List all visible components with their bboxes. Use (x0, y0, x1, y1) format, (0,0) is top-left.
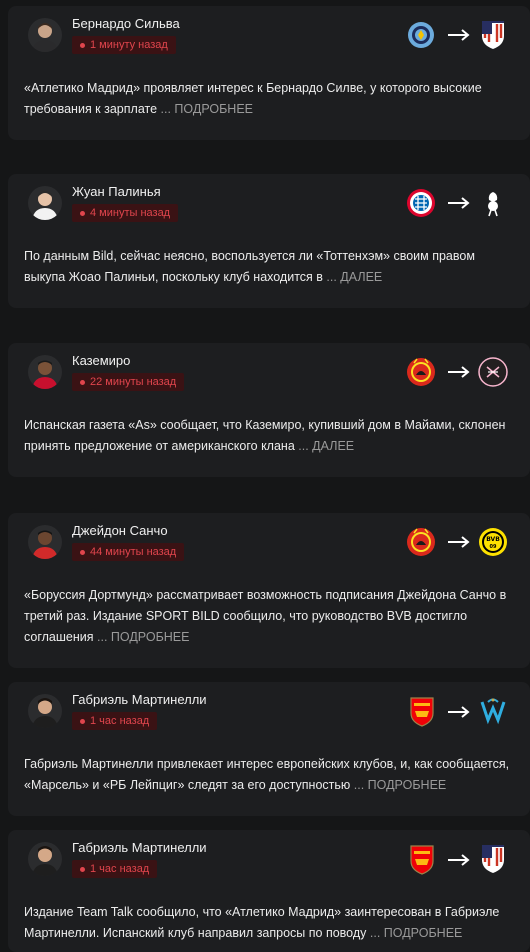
transfer-text[interactable]: «Боруссия Дортмунд» рассматривает возмож… (24, 585, 518, 648)
transfer-summary: Испанская газета «As» сообщает, что Казе… (24, 418, 506, 453)
player-name[interactable]: Бернардо Сильва (72, 16, 180, 31)
read-more-link[interactable]: ... ПОДРОБНЕЕ (161, 102, 253, 116)
player-name[interactable]: Габриэль Мартинелли (72, 692, 207, 707)
time-badge: 1 час назад (72, 712, 158, 730)
arrow-right-icon (446, 853, 472, 867)
read-more-link[interactable]: ... ПОДРОБНЕЕ (97, 630, 189, 644)
player-avatar[interactable] (28, 525, 62, 559)
bayern-munich-crest-icon[interactable] (406, 188, 436, 218)
svg-text:BVB: BVB (486, 536, 500, 543)
arrow-right-icon (446, 196, 472, 210)
tottenham-crest-icon[interactable] (478, 186, 508, 217)
transfer-card[interactable]: Бернардо Сильва 1 минуту назад «Атлетико… (8, 6, 530, 140)
inter-miami-crest-icon[interactable] (478, 357, 508, 387)
time-badge: 4 минуты назад (72, 204, 179, 222)
player-name[interactable]: Жуан Палинья (72, 184, 161, 199)
transfer-card[interactable]: Габриэль Мартинелли 1 час назад Издание … (8, 830, 530, 952)
time-badge: 22 минуты назад (72, 373, 185, 391)
player-name[interactable]: Каземиро (72, 353, 130, 368)
transfer-text[interactable]: Габриэль Мартинелли привлекает интерес е… (24, 754, 518, 796)
transfer-text[interactable]: По данным Bild, сейчас неясно, воспользу… (24, 246, 518, 288)
arsenal-crest-icon[interactable] (408, 695, 438, 727)
transfer-card[interactable]: Жуан Палинья 4 минуты назад По данным Bi… (8, 174, 530, 308)
arrow-right-icon (446, 365, 472, 379)
transfer-text[interactable]: Испанская газета «As» сообщает, что Казе… (24, 415, 518, 457)
arsenal-crest-icon[interactable] (408, 843, 438, 875)
arrow-right-icon (446, 535, 472, 549)
transfer-card[interactable]: Джейдон Санчо 44 минуты назад BVB 09 «Бор… (8, 513, 530, 668)
read-more-link[interactable]: ... ДАЛЕЕ (298, 439, 354, 453)
atletico-madrid-crest-icon[interactable] (478, 842, 508, 873)
player-name[interactable]: Джейдон Санчо (72, 523, 168, 538)
player-avatar[interactable] (28, 355, 62, 389)
player-avatar[interactable] (28, 18, 62, 52)
manchester-united-crest-icon[interactable] (406, 527, 436, 557)
player-avatar[interactable] (28, 186, 62, 220)
read-more-link[interactable]: ... ПОДРОБНЕЕ (354, 778, 446, 792)
player-name[interactable]: Габриэль Мартинелли (72, 840, 207, 855)
svg-text:09: 09 (490, 544, 497, 550)
time-badge: 1 час назад (72, 860, 158, 878)
time-badge: 44 минуты назад (72, 543, 185, 561)
transfer-card[interactable]: Габриэль Мартинелли 1 час назад Габриэль… (8, 682, 530, 816)
player-avatar[interactable] (28, 842, 62, 876)
transfer-summary: По данным Bild, сейчас неясно, воспользу… (24, 249, 475, 284)
read-more-link[interactable]: ... ПОДРОБНЕЕ (370, 926, 462, 940)
transfer-text[interactable]: Издание Team Talk сообщило, что «Атлетик… (24, 902, 518, 944)
atletico-madrid-crest-icon[interactable] (478, 18, 508, 49)
arrow-right-icon (446, 28, 472, 42)
transfer-card[interactable]: Каземиро 22 минуты назад Испанская газет… (8, 343, 530, 477)
marseille-crest-icon[interactable] (478, 696, 508, 726)
arrow-right-icon (446, 705, 472, 719)
time-badge: 1 минуту назад (72, 36, 176, 54)
manchester-united-crest-icon[interactable] (406, 357, 436, 387)
manchester-city-crest-icon[interactable] (406, 20, 436, 50)
borussia-dortmund-crest-icon[interactable]: BVB 09 (478, 527, 508, 557)
transfer-text[interactable]: «Атлетико Мадрид» проявляет интерес к Бе… (24, 78, 518, 120)
read-more-link[interactable]: ... ДАЛЕЕ (326, 270, 382, 284)
player-avatar[interactable] (28, 694, 62, 728)
